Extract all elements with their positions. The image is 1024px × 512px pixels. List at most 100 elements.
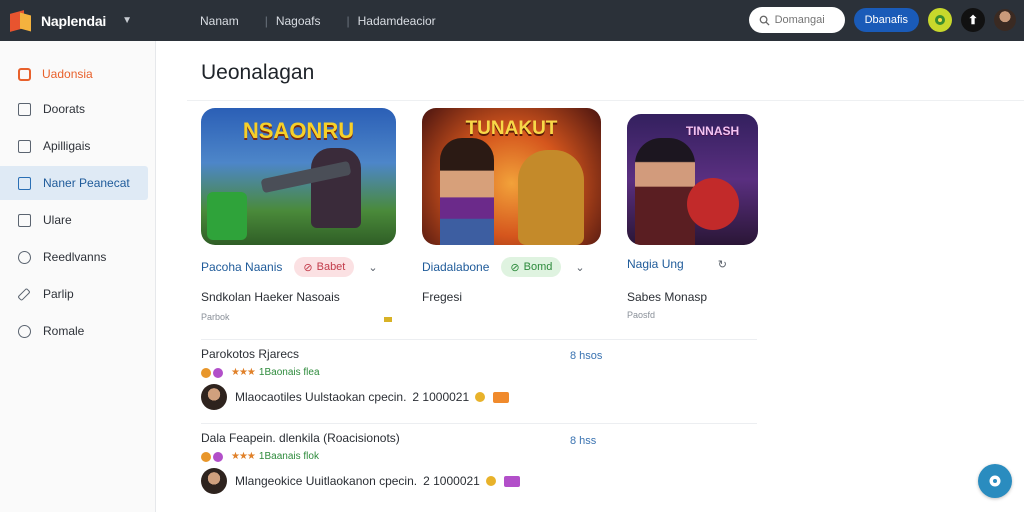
count-text: 2 1000021 [412, 390, 470, 404]
top-bar: Naplendai ▼ Nanam | Nagoafs | Hadamdeaci… [0, 0, 1024, 41]
brand-logo-icon [10, 9, 32, 32]
header-actions: Dbanafis ⬆ [748, 7, 1016, 33]
badge-icon [503, 475, 520, 487]
search-input[interactable] [774, 14, 841, 26]
smile-icon [475, 392, 486, 402]
calendar-icon [18, 176, 31, 190]
nav-divider: | [264, 13, 268, 28]
chevron-down-icon[interactable]: ▼ [122, 15, 132, 26]
chevron-down-icon[interactable]: ⌄ [368, 261, 377, 274]
refresh-icon[interactable]: ↻ [718, 258, 727, 271]
game-thumbnail[interactable]: NSAONRU [201, 108, 396, 245]
pill-label: Bomd [523, 261, 553, 273]
sidebar-item-4[interactable]: Ulare [0, 203, 148, 237]
refresh-icon [18, 250, 31, 264]
row-divider [201, 423, 757, 424]
heart-icon [213, 451, 223, 462]
sidebar-item-6[interactable]: Parlip [0, 277, 148, 311]
pill-label: Babet [316, 261, 346, 273]
notification-icon[interactable] [928, 8, 952, 32]
card-tag: Parbok [201, 312, 230, 322]
chat-icon [18, 324, 31, 338]
tag-icon: ⊘ [303, 261, 313, 274]
sidebar: Uadonsia Doorats Apilligais Naner Peanec… [0, 41, 156, 512]
character-figure [311, 148, 361, 228]
sidebar-item-label: Apilligais [43, 139, 91, 153]
game-thumbnail[interactable]: TUNAKUT [422, 108, 601, 245]
status-pill[interactable]: ⊘ Babet [294, 257, 355, 277]
search-box[interactable] [748, 7, 845, 33]
chevron-down-icon[interactable]: ⌄ [575, 261, 584, 274]
search-icon [759, 15, 770, 26]
brand[interactable]: Naplendai ▼ [0, 0, 156, 41]
list-item-title[interactable]: Dala Feapein. dlenkila (Roacisionots) [201, 431, 621, 445]
emoji-icon [201, 451, 211, 462]
sidebar-item-1[interactable]: Doorats [0, 92, 148, 126]
game-card[interactable]: TUNAKUT [422, 108, 601, 245]
thumbnail-title: NSAONRU [242, 118, 355, 143]
status-pill[interactable]: ⊘ Bomd [501, 257, 562, 277]
sidebar-item-label: Ulare [43, 213, 72, 227]
nav-link-3[interactable]: Hadamdeacior [358, 14, 436, 28]
list-item[interactable]: Parokotos Rjarecs ★★★ 1Baonais flea Mlao… [201, 347, 621, 410]
sidebar-section-header[interactable]: Uadonsia [0, 59, 155, 89]
count-text: 2 1000021 [423, 474, 480, 488]
avatar [201, 468, 227, 494]
emoji-icon [201, 367, 211, 378]
card-meta: Pacoha Naanis ⊘ Babet ⌄ [201, 257, 378, 277]
nav-divider: | [346, 13, 350, 28]
thumbnail-title: TUNAKUT [465, 118, 558, 139]
detail-text: Mlangeokice Uuitlaokanon cpecin. [235, 474, 418, 488]
card-name[interactable]: Nagia Ung [627, 257, 684, 271]
nav-link-2[interactable]: Nagoafs [276, 14, 321, 28]
rating-row: ★★★ 1Baanais flok [201, 451, 621, 462]
robot-figure [518, 150, 584, 245]
flag-icon [384, 317, 392, 322]
page-title: Ueonalagan [201, 61, 315, 84]
sidebar-item-7[interactable]: Romale [0, 314, 148, 348]
avatar [201, 384, 227, 410]
sidebar-item-5[interactable]: Reedlvanns [0, 240, 148, 274]
section-icon [18, 67, 31, 81]
badge-icon [493, 391, 510, 403]
chat-icon [989, 475, 1001, 487]
upload-icon[interactable]: ⬆ [961, 8, 985, 32]
card-subtitle: Fregesi [422, 290, 463, 304]
detail-text: Mlaocaotiles Uulstaokan cpecin. [235, 390, 407, 404]
game-thumbnail[interactable]: TINNASH [627, 114, 758, 245]
star-rating-icon: ★★★ [231, 451, 256, 462]
card-tag: Paosfd [627, 310, 656, 320]
heart-icon [213, 367, 223, 378]
rating-label: 1Baanais flok [258, 451, 319, 462]
header-primary-button[interactable]: Dbanafis [853, 8, 919, 32]
nav-link-1[interactable]: Nanam [200, 14, 239, 28]
card-meta: Nagia Ung ↻ [627, 257, 727, 271]
sidebar-item-2[interactable]: Apilligais [0, 129, 148, 163]
pen-icon [17, 287, 31, 301]
main-content: Ueonalagan NSAONRU Pacoha Naanis ⊘ Babet … [157, 41, 1024, 512]
rating-label: 1Baonais flea [258, 367, 320, 378]
sidebar-item-label: Naner Peanecat [43, 176, 130, 190]
list-item-title[interactable]: Parokotos Rjarecs [201, 347, 621, 361]
top-nav: Nanam | Nagoafs | Hadamdeacior [200, 14, 436, 28]
game-card[interactable]: NSAONRU [201, 108, 396, 245]
list-item-detail: Mlaocaotiles Uulstaokan cpecin. 2 100002… [201, 384, 621, 410]
sidebar-item-3-active[interactable]: Naner Peanecat [0, 166, 148, 200]
card-subtitle: Sndkolan Haeker Nasoais [201, 290, 340, 304]
character-figure [635, 138, 695, 245]
star-rating-icon: ★★★ [231, 367, 256, 378]
sidebar-item-label: Romale [43, 324, 85, 338]
card-name[interactable]: Diadalabone [422, 260, 489, 274]
thumbnail-title: TINNASH [685, 124, 740, 138]
square-icon [18, 213, 31, 227]
row-divider [201, 339, 757, 340]
user-avatar[interactable] [994, 9, 1016, 31]
sidebar-item-label: Reedlvanns [43, 250, 107, 264]
character-figure [440, 138, 494, 245]
card-name[interactable]: Pacoha Naanis [201, 260, 282, 274]
list-item[interactable]: Dala Feapein. dlenkila (Roacisionots) ★★… [201, 431, 621, 494]
chat-fab-button[interactable] [978, 464, 1012, 498]
game-card[interactable]: TINNASH [627, 114, 758, 245]
ball-shape [687, 178, 739, 230]
lock-icon [18, 139, 31, 153]
